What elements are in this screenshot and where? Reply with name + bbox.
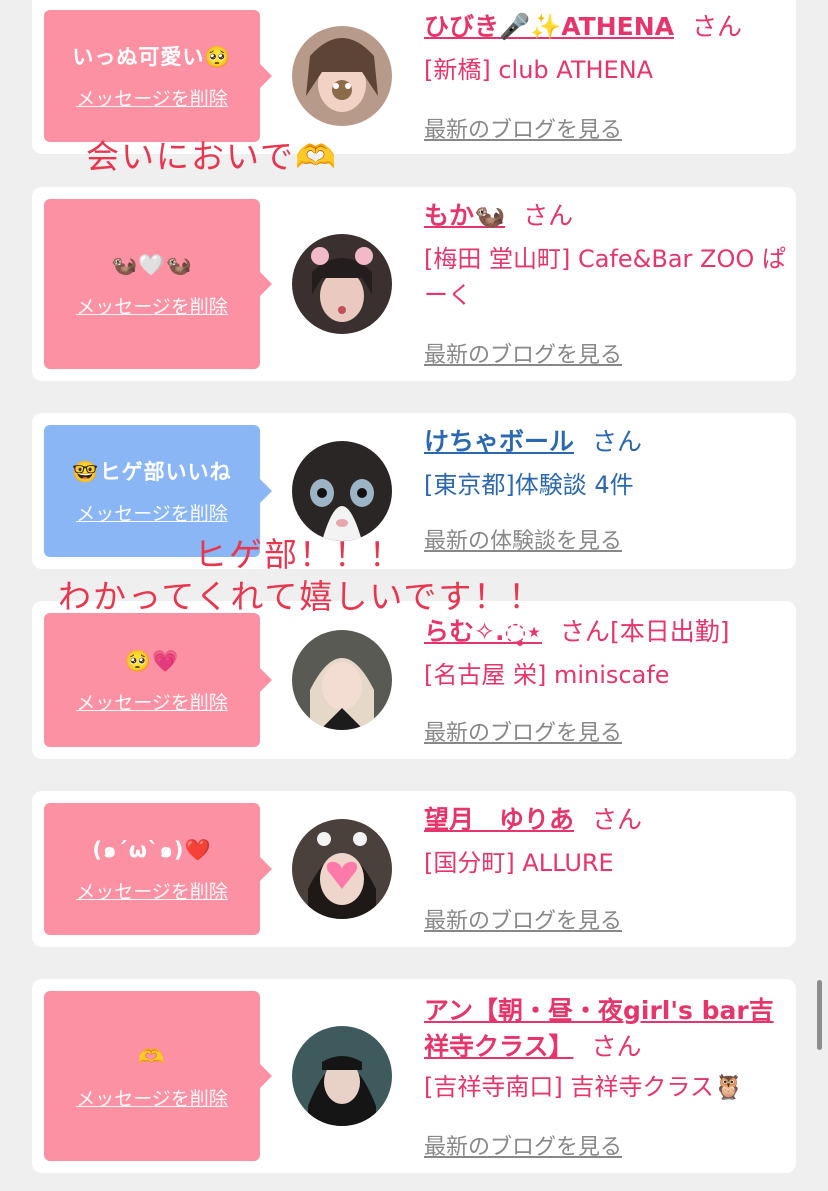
sender-info: けちゃボール さん [東京都]体験談 4件 — [424, 427, 790, 503]
delete-message-link[interactable]: メッセージを削除 — [76, 1084, 228, 1111]
avatar[interactable] — [292, 26, 392, 126]
honorific: さん — [523, 201, 574, 230]
message-text: 🤓ヒゲ部いいね — [72, 459, 232, 484]
delete-message-link[interactable]: メッセージを削除 — [76, 688, 228, 715]
latest-blog-link[interactable]: 最新のブログを見る — [424, 715, 622, 747]
message-text: (๑´ω`๑)❤️ — [92, 837, 212, 862]
sender-info: もか🦦 さん [梅田 堂山町] Cafe&Bar ZOO ぱーく — [424, 201, 790, 313]
message-card: 🦦🤍🦦 メッセージを削除 もか🦦 さん [梅田 堂山町] Cafe&Bar ZOO… — [32, 187, 796, 381]
honorific: さん — [591, 1032, 642, 1061]
avatar[interactable] — [292, 441, 392, 541]
message-bubble: 🫶 メッセージを削除 — [44, 991, 272, 1161]
sender-name-link[interactable]: もか🦦 — [424, 201, 505, 230]
avatar[interactable] — [292, 819, 392, 919]
message-text: 🥺💗 — [124, 648, 180, 673]
message-card: 🥺💗 メッセージを削除 らむ✧.◌̥‎⋆ さん[本日出勤] [名古屋 栄] min… — [32, 601, 796, 759]
scrollbar[interactable] — [817, 980, 822, 1050]
honorific: さん — [692, 12, 743, 41]
delete-message-link[interactable]: メッセージを削除 — [76, 292, 228, 319]
delete-message-link[interactable]: メッセージを削除 — [76, 84, 228, 111]
message-bubble: (๑´ω`๑)❤️ メッセージを削除 — [44, 803, 272, 935]
message-bubble: いっぬ可愛い🥺 メッセージを削除 — [44, 10, 272, 142]
sender-name-link[interactable]: ひびき🎤✨ATHENA — [424, 12, 674, 41]
overlay-note: ヒゲ部！！！ — [194, 535, 404, 574]
sender-info: 望月 ゆりあ さん [国分町] ALLURE — [424, 805, 790, 881]
message-card: (๑´ω`๑)❤️ メッセージを削除 望月 ゆりあ さん [国分町] ALLURE… — [32, 791, 796, 947]
sender-name-link[interactable]: けちゃボール — [424, 427, 574, 456]
shop-label: [国分町] ALLURE — [424, 849, 614, 877]
latest-experience-link[interactable]: 最新の体験談を見る — [424, 523, 622, 555]
avatar[interactable] — [292, 234, 392, 334]
message-text: いっぬ可愛い🥺 — [72, 44, 232, 69]
shop-label: [吉祥寺南口] 吉祥寺クラス🦉 — [424, 1073, 744, 1101]
honorific: さん — [592, 805, 643, 834]
message-bubble: 🦦🤍🦦 メッセージを削除 — [44, 199, 272, 369]
sender-name-link[interactable]: 望月 ゆりあ — [424, 805, 574, 834]
latest-blog-link[interactable]: 最新のブログを見る — [424, 112, 622, 144]
latest-blog-link[interactable]: 最新のブログを見る — [424, 903, 622, 935]
avatar[interactable] — [292, 1026, 392, 1126]
shop-label: [名古屋 栄] miniscafe — [424, 661, 670, 689]
shop-label: [新橋] club ATHENA — [424, 56, 654, 84]
delete-message-link[interactable]: メッセージを削除 — [76, 499, 228, 526]
message-card: 🫶 メッセージを削除 アン【朝・昼・夜girl's bar吉祥寺クラス】 さん [… — [32, 979, 796, 1173]
sender-info: ひびき🎤✨ATHENA さん [新橋] club ATHENA — [424, 12, 790, 88]
latest-blog-link[interactable]: 最新のブログを見る — [424, 1129, 622, 1161]
message-text: 🫶 — [138, 1044, 166, 1069]
delete-message-link[interactable]: メッセージを削除 — [76, 877, 228, 904]
attendance-status: [本日出勤] — [609, 617, 730, 646]
sender-name-link[interactable]: らむ✧.◌̥‎⋆ — [424, 617, 542, 646]
latest-blog-link[interactable]: 最新のブログを見る — [424, 337, 622, 369]
message-text: 🦦🤍🦦 — [111, 252, 193, 277]
sender-info: アン【朝・昼・夜girl's bar吉祥寺クラス】 さん [吉祥寺南口] 吉祥寺ク… — [424, 993, 790, 1105]
message-bubble: 🥺💗 メッセージを削除 — [44, 613, 272, 747]
overlay-note: 会いにおいで🫶 — [86, 137, 339, 176]
shop-label: [梅田 堂山町] Cafe&Bar ZOO ぱーく — [424, 245, 786, 309]
overlay-note: わかってくれて嬉しいです！！ — [58, 577, 544, 616]
shop-label: [東京都]体験談 4件 — [424, 471, 634, 499]
sender-info: らむ✧.◌̥‎⋆ さん[本日出勤] [名古屋 栄] miniscafe — [424, 617, 790, 693]
avatar[interactable] — [292, 630, 392, 730]
message-card: 🤓ヒゲ部いいね メッセージを削除 けちゃボール さん [東京都]体験談 4件 最新… — [32, 413, 796, 569]
honorific: さん — [559, 617, 610, 646]
honorific: さん — [592, 427, 643, 456]
